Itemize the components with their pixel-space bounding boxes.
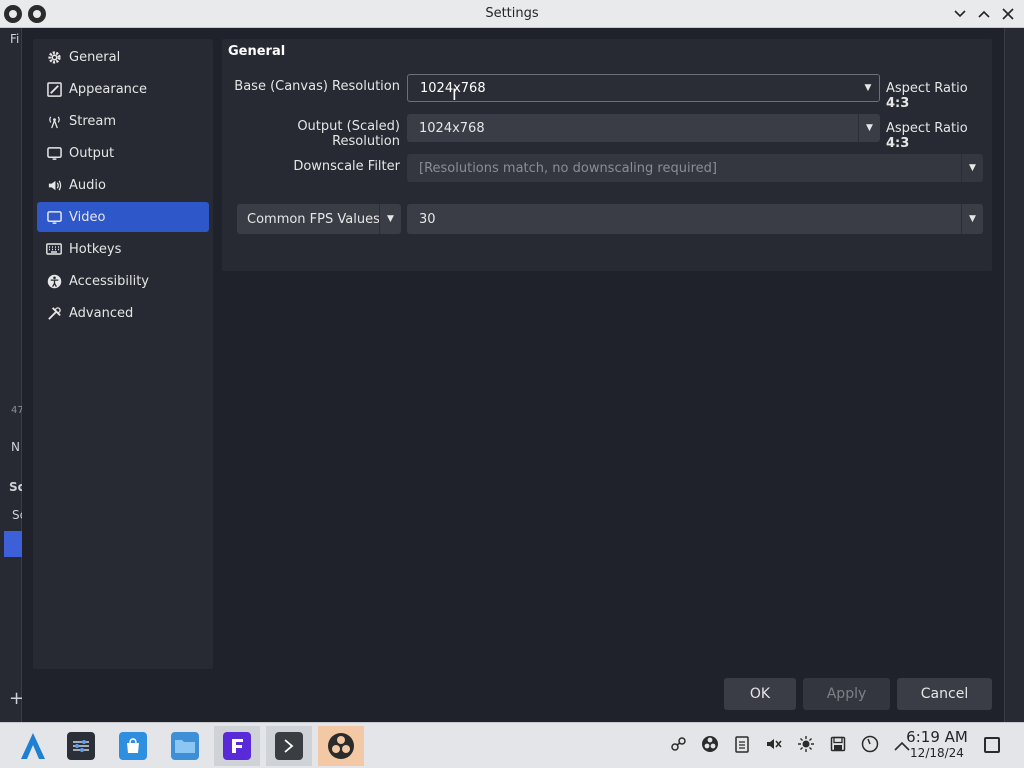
taskbar-app-terminal[interactable] xyxy=(266,726,312,766)
sidebar-item-general[interactable]: General xyxy=(37,42,209,72)
sidebar-item-label: Accessibility xyxy=(69,273,149,289)
show-desktop-icon[interactable] xyxy=(984,737,1000,753)
taskbar-app-files[interactable] xyxy=(162,726,208,766)
tools-icon xyxy=(45,304,63,322)
taskbar: 6:19 AM 12/18/24 xyxy=(0,722,1024,768)
sidebar-item-label: Advanced xyxy=(69,305,134,321)
keyboard-icon xyxy=(45,240,63,258)
monitor-icon xyxy=(45,208,63,226)
output-icon xyxy=(45,144,63,162)
launcher-icon xyxy=(21,733,45,759)
speaker-icon xyxy=(45,176,63,194)
minimize-button[interactable] xyxy=(950,4,970,24)
chevron-down-icon: ▼ xyxy=(961,154,983,182)
clock-time: 6:19 AM xyxy=(906,728,968,746)
files-icon xyxy=(171,732,199,760)
taskbar-app-font[interactable] xyxy=(214,726,260,766)
sidebar-item-output[interactable]: Output xyxy=(37,138,209,168)
panel-title: General xyxy=(228,44,286,59)
sidebar-item-label: Video xyxy=(69,209,106,225)
chevron-down-icon: ▼ xyxy=(961,204,983,234)
sidebar-item-label: Output xyxy=(69,145,115,161)
settings-sidebar: General Appearance Stream Output Audio V… xyxy=(33,39,213,669)
cancel-button[interactable]: Cancel xyxy=(897,678,992,710)
output-resolution-value: 1024x768 xyxy=(419,120,485,136)
taskbar-app-obs[interactable] xyxy=(318,726,364,766)
sidebar-item-label: Hotkeys xyxy=(69,241,122,257)
antenna-icon xyxy=(45,112,63,130)
fps-value-combo[interactable]: 30 ▼ xyxy=(407,204,983,234)
sidebar-item-hotkeys[interactable]: Hotkeys xyxy=(37,234,209,264)
video-settings-panel: General Base (Canvas) Resolution 1024x76… xyxy=(222,39,992,271)
accessibility-icon xyxy=(45,272,63,290)
storage-tray-icon[interactable] xyxy=(828,736,848,756)
fps-type-combo[interactable]: Common FPS Values ▼ xyxy=(237,204,401,234)
maximize-button[interactable] xyxy=(974,4,994,24)
downscale-filter-combo[interactable]: [Resolutions match, no downscaling requi… xyxy=(407,154,983,182)
settings-dialog: General Appearance Stream Output Audio V… xyxy=(22,28,1004,722)
base-resolution-label: Base (Canvas) Resolution xyxy=(234,79,400,94)
background-selected-item xyxy=(4,531,22,557)
sidebar-item-label: Appearance xyxy=(69,81,148,97)
speedometer-tray-icon[interactable] xyxy=(860,735,880,757)
obs-tray-icon[interactable] xyxy=(700,735,720,757)
system-tray xyxy=(668,735,912,757)
clipboard-tray-icon[interactable] xyxy=(732,735,752,757)
base-resolution-combo[interactable]: 1024x768 ▼ xyxy=(407,74,880,102)
brightness-tray-icon[interactable] xyxy=(796,735,816,757)
sidebar-item-accessibility[interactable]: Accessibility xyxy=(37,266,209,296)
font-app-icon xyxy=(223,732,251,760)
output-resolution-combo[interactable]: 1024x768 ▼ xyxy=(407,114,880,142)
downscale-filter-label: Downscale Filter xyxy=(293,159,400,174)
network-tray-icon[interactable] xyxy=(668,735,688,757)
sidebar-item-appearance[interactable]: Appearance xyxy=(37,74,209,104)
sidebar-item-label: General xyxy=(69,49,121,65)
base-aspect-ratio: Aspect Ratio 4:3 xyxy=(886,81,968,111)
gear-icon xyxy=(45,48,63,66)
obs-icon xyxy=(328,733,354,759)
volume-muted-tray-icon[interactable] xyxy=(764,735,784,757)
background-menu-label: Fi xyxy=(10,32,20,46)
background-window-left-edge: Fi 47 N Sc Sc + xyxy=(0,28,26,722)
text-cursor-icon: I xyxy=(452,85,457,104)
launcher-button[interactable] xyxy=(10,726,56,766)
taskbar-app-settings[interactable] xyxy=(58,726,104,766)
taskbar-app-discover[interactable] xyxy=(110,726,156,766)
sidebar-item-label: Stream xyxy=(69,113,117,129)
chevron-up-icon xyxy=(978,10,990,18)
chevron-down-icon xyxy=(954,10,966,18)
background-label: N xyxy=(11,440,20,454)
clock-date: 12/18/24 xyxy=(910,746,964,760)
sidebar-item-video[interactable]: Video xyxy=(37,202,209,232)
appearance-icon xyxy=(45,80,63,98)
window-titlebar: Settings xyxy=(0,0,1024,28)
output-resolution-label: Output (Scaled) Resolution xyxy=(297,119,400,149)
close-button[interactable] xyxy=(998,4,1018,24)
downscale-filter-value: [Resolutions match, no downscaling requi… xyxy=(419,160,717,176)
apply-button[interactable]: Apply xyxy=(803,678,890,710)
fps-type-label: Common FPS Values xyxy=(247,211,380,227)
settings-app-icon xyxy=(67,732,95,760)
close-icon xyxy=(1002,8,1014,20)
sidebar-item-label: Audio xyxy=(69,177,106,193)
sidebar-item-stream[interactable]: Stream xyxy=(37,106,209,136)
chevron-down-icon: ▼ xyxy=(379,204,401,234)
sidebar-item-advanced[interactable]: Advanced xyxy=(37,298,209,328)
ok-button[interactable]: OK xyxy=(724,678,796,710)
discover-icon xyxy=(119,732,147,760)
taskbar-clock[interactable]: 6:19 AM 12/18/24 xyxy=(900,728,974,760)
terminal-icon xyxy=(275,732,303,760)
background-window-right-edge xyxy=(1004,28,1024,722)
chevron-down-icon: ▼ xyxy=(864,83,872,93)
sidebar-item-audio[interactable]: Audio xyxy=(37,170,209,200)
output-aspect-ratio: Aspect Ratio 4:3 xyxy=(886,121,968,151)
chevron-down-icon: ▼ xyxy=(858,114,880,142)
window-title: Settings xyxy=(485,6,539,21)
fps-value: 30 xyxy=(419,211,436,227)
